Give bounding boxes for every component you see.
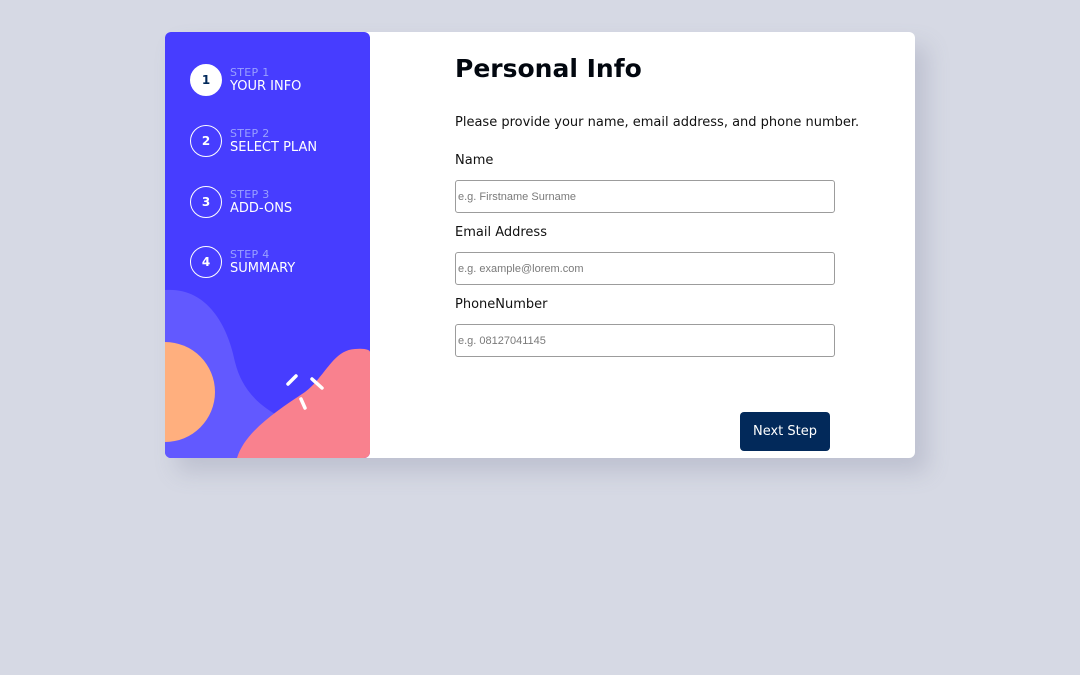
phone-label: PhoneNumber (455, 297, 548, 312)
step-label: STEP 2 (230, 126, 270, 140)
step-sidebar: 1 STEP 1 YOUR INFO 2 STEP 2 SELECT PLAN … (165, 32, 370, 458)
step-label: STEP 1 (230, 65, 270, 79)
email-input[interactable] (455, 252, 835, 285)
step-item-4[interactable]: 4 STEP 4 SUMMARY (190, 245, 295, 279)
step-title: SUMMARY (230, 260, 296, 276)
step-title: SELECT PLAN (230, 139, 318, 155)
step-item-1[interactable]: 1 STEP 1 YOUR INFO (190, 63, 301, 97)
phone-input[interactable] (455, 324, 835, 357)
form-main: Personal Info Please provide your name, … (455, 32, 859, 458)
step-number-badge: 2 (190, 125, 222, 157)
form-card: 1 STEP 1 YOUR INFO 2 STEP 2 SELECT PLAN … (165, 32, 915, 458)
name-label: Name (455, 153, 494, 168)
page-subtitle: Please provide your name, email address,… (455, 115, 860, 130)
next-step-button[interactable]: Next Step (740, 412, 830, 451)
step-number-badge: 3 (190, 186, 222, 218)
email-label: Email Address (455, 225, 547, 240)
step-item-2[interactable]: 2 STEP 2 SELECT PLAN (190, 124, 317, 158)
step-number-badge: 4 (190, 246, 222, 278)
step-title: ADD-ONS (230, 200, 293, 216)
step-title: YOUR INFO (230, 78, 302, 94)
page-title: Personal Info (455, 54, 642, 83)
step-number-badge: 1 (190, 64, 222, 96)
name-input[interactable] (455, 180, 835, 213)
step-label: STEP 3 (230, 187, 270, 201)
step-item-3[interactable]: 3 STEP 3 ADD-ONS (190, 185, 292, 219)
step-label: STEP 4 (230, 247, 270, 261)
